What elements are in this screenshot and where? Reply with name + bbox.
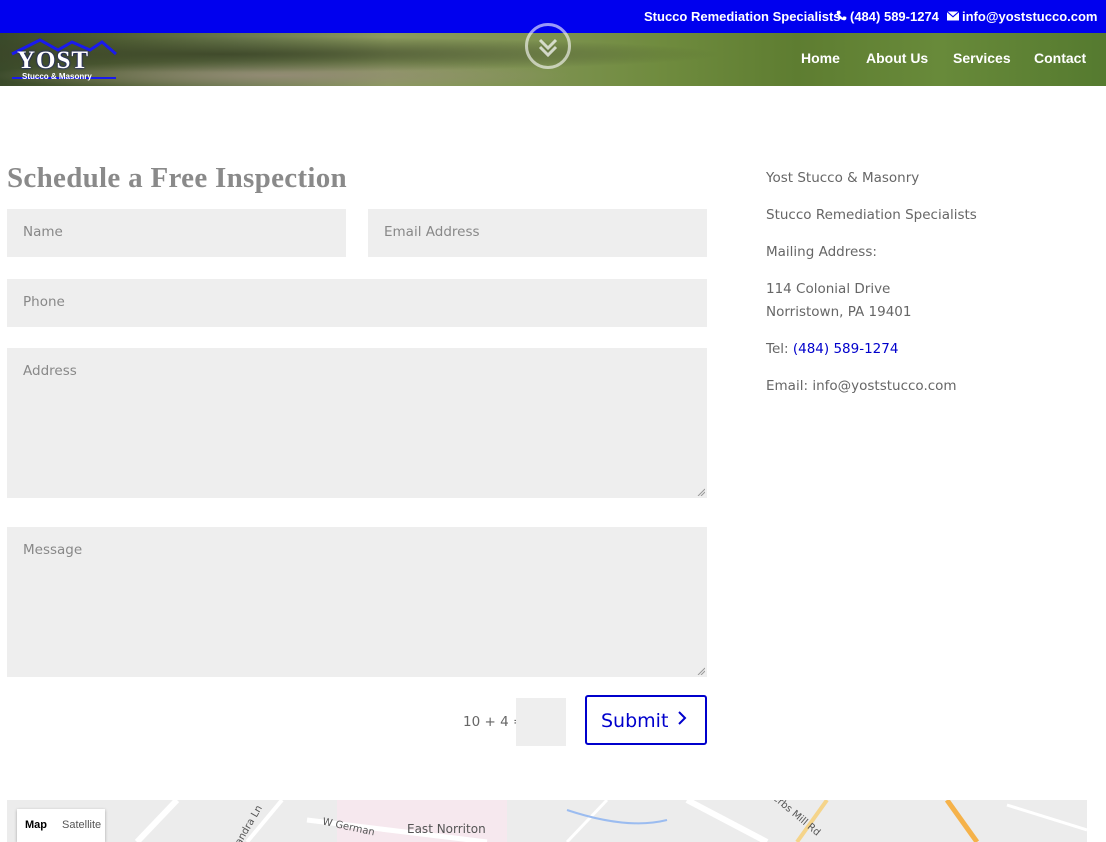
email-label: Email: [766, 378, 809, 394]
captcha-input[interactable] [516, 698, 566, 746]
site-logo[interactable]: YOST Stucco & Masonry [10, 38, 120, 82]
logo-subtitle: Stucco & Masonry [22, 72, 92, 81]
chevron-right-icon [677, 709, 687, 732]
envelope-icon [946, 10, 960, 24]
embedded-map[interactable]: East Norriton W German andra Ln erbs Mil… [7, 800, 1087, 842]
message-field[interactable]: Message [7, 527, 707, 677]
top-bar-phone[interactable]: (484) 589-1274 [836, 9, 939, 24]
phone-icon [836, 10, 847, 24]
map-view-button[interactable]: Map [25, 819, 47, 831]
submit-label: Submit [601, 710, 669, 732]
company-name: Yost Stucco & Masonry [766, 170, 920, 186]
telephone-link[interactable]: (484) 589-1274 [793, 341, 899, 357]
nav-home[interactable]: Home [801, 50, 840, 66]
phone-field[interactable]: Phone [7, 279, 707, 327]
telephone-label: Tel: [766, 341, 789, 357]
name-field[interactable]: Name [7, 209, 346, 257]
top-bar-tagline: Stucco Remediation Specialists [644, 9, 841, 24]
message-placeholder: Message [23, 542, 83, 558]
mailing-address-label: Mailing Address: [766, 244, 877, 260]
email-line: Email: info@yoststucco.com [766, 375, 957, 398]
nav-contact[interactable]: Contact [1034, 50, 1086, 66]
resize-handle-icon[interactable] [697, 667, 705, 675]
top-bar-email-text: info@yoststucco.com [962, 9, 1098, 24]
map-type-control: Map Satellite [17, 809, 105, 842]
address-street: 114 Colonial Drive [766, 281, 891, 297]
map-place-label: East Norriton [407, 822, 486, 836]
resize-handle-icon[interactable] [697, 488, 705, 496]
logo-wordmark: YOST [17, 47, 90, 74]
nav-services[interactable]: Services [953, 50, 1011, 66]
company-tagline: Stucco Remediation Specialists [766, 207, 977, 223]
top-bar-phone-text: (484) 589-1274 [850, 9, 939, 24]
email-field[interactable]: Email Address [368, 209, 707, 257]
page-title: Schedule a Free Inspection [7, 162, 347, 194]
map-roads [134, 800, 1087, 842]
email-placeholder: Email Address [384, 224, 480, 240]
scroll-down-icon[interactable] [525, 23, 571, 69]
name-placeholder: Name [23, 224, 63, 240]
satellite-view-button[interactable]: Satellite [62, 819, 101, 831]
submit-button[interactable]: Submit [585, 695, 707, 745]
address-city: Norristown, PA 19401 [766, 304, 912, 320]
site-header: YOST Stucco & Masonry Home About Us Serv… [0, 23, 1106, 86]
email-address: info@yoststucco.com [812, 378, 957, 394]
top-bar-email[interactable]: info@yoststucco.com [946, 9, 1098, 24]
phone-placeholder: Phone [23, 294, 65, 310]
telephone-line: Tel: (484) 589-1274 [766, 338, 898, 361]
address-placeholder: Address [23, 363, 77, 379]
address-field[interactable]: Address [7, 348, 707, 498]
nav-about-us[interactable]: About Us [866, 50, 928, 66]
